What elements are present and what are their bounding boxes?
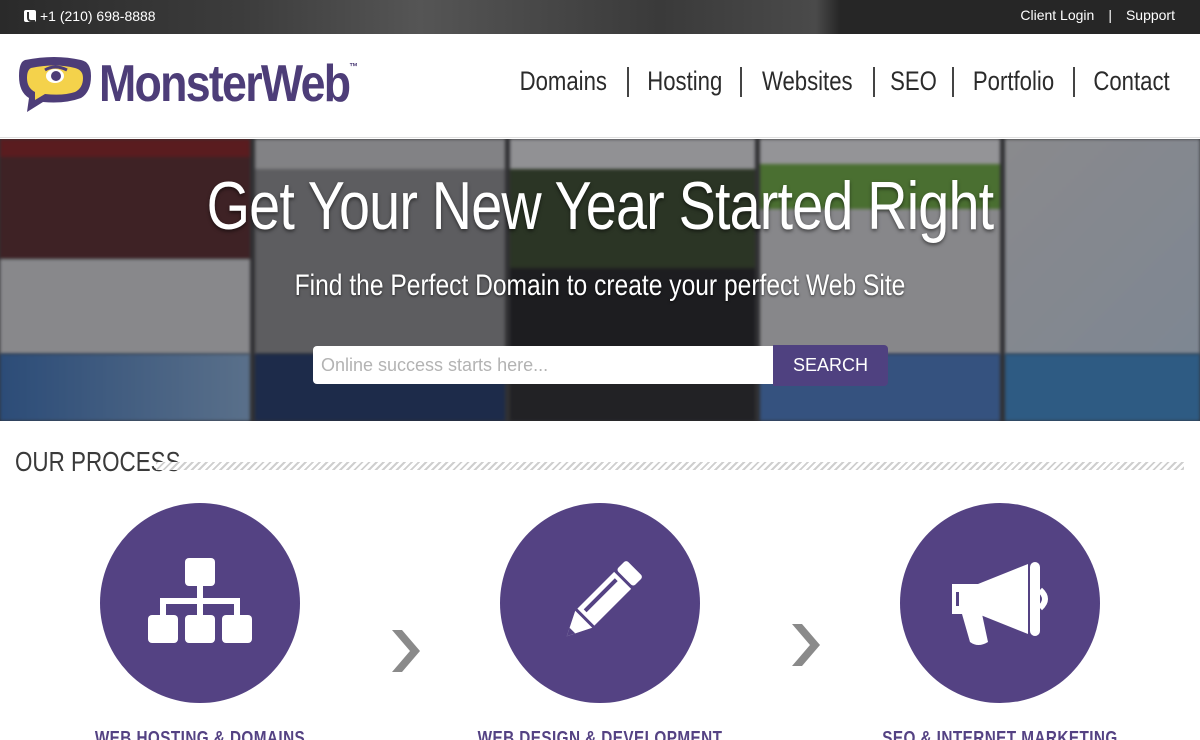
site-logo[interactable]: MonsterWeb™ [15,52,400,116]
section-title-rule [156,462,1184,470]
chevron-right-icon [392,630,420,672]
domain-search-form: SEARCH [313,345,888,386]
nav-divider [740,66,743,97]
logo-wordmark: MonsterWeb™ [99,54,358,114]
client-login-link[interactable]: Client Login [1020,7,1094,23]
monster-logo-icon [19,57,91,112]
step-hosting-circle[interactable] [100,503,300,703]
step-design-circle[interactable] [500,503,700,703]
main-nav: Domains Hosting Websites SEO Portfolio C… [510,66,1178,97]
brand-name: MonsterWeb [99,55,351,113]
nav-item-websites[interactable]: Websites [762,66,853,97]
step-design-label[interactable]: WEB DESIGN & DEVELOPMENT [473,728,728,740]
hero-subtitle: Find the Perfect Domain to create your p… [294,269,906,302]
step-marketing-circle[interactable] [900,503,1100,703]
nav-item-hosting[interactable]: Hosting [647,66,722,97]
nav-divider [951,66,954,97]
sitemap-icon [148,558,252,643]
hero-banner: Get Your New Year Started Right Find the… [0,139,1200,421]
site-header: MonsterWeb™ Domains Hosting Websites SEO… [0,34,1200,138]
nav-divider [626,66,629,97]
nav-divider [872,66,875,97]
nav-item-domains[interactable]: Domains [520,66,607,97]
nav-item-portfolio[interactable]: Portfolio [973,66,1054,97]
phone-contact[interactable]: +1 (210) 698-8888 [24,8,156,24]
support-link[interactable]: Support [1126,7,1175,23]
nav-item-contact[interactable]: Contact [1093,66,1169,97]
megaphone-icon [952,562,1048,645]
phone-icon [24,10,36,22]
nav-item-seo[interactable]: SEO [890,66,937,97]
domain-search-input[interactable] [313,346,773,384]
top-bar: +1 (210) 698-8888 Client Login | Support [0,0,1200,34]
pencil-icon [566,561,642,637]
step-hosting-label[interactable]: WEB HOSTING & DOMAINS [73,728,328,740]
utility-divider: | [1108,7,1112,23]
search-button[interactable]: SEARCH [773,345,888,386]
phone-number[interactable]: +1 (210) 698-8888 [40,8,156,24]
chevron-right-icon [792,624,820,666]
utility-links: Client Login | Support [1020,7,1175,23]
hero-title: Get Your New Year Started Right [206,168,995,244]
trademark-symbol: ™ [349,62,358,73]
nav-divider [1072,66,1075,97]
step-marketing-label[interactable]: SEO & INTERNET MARKETING [873,728,1128,740]
